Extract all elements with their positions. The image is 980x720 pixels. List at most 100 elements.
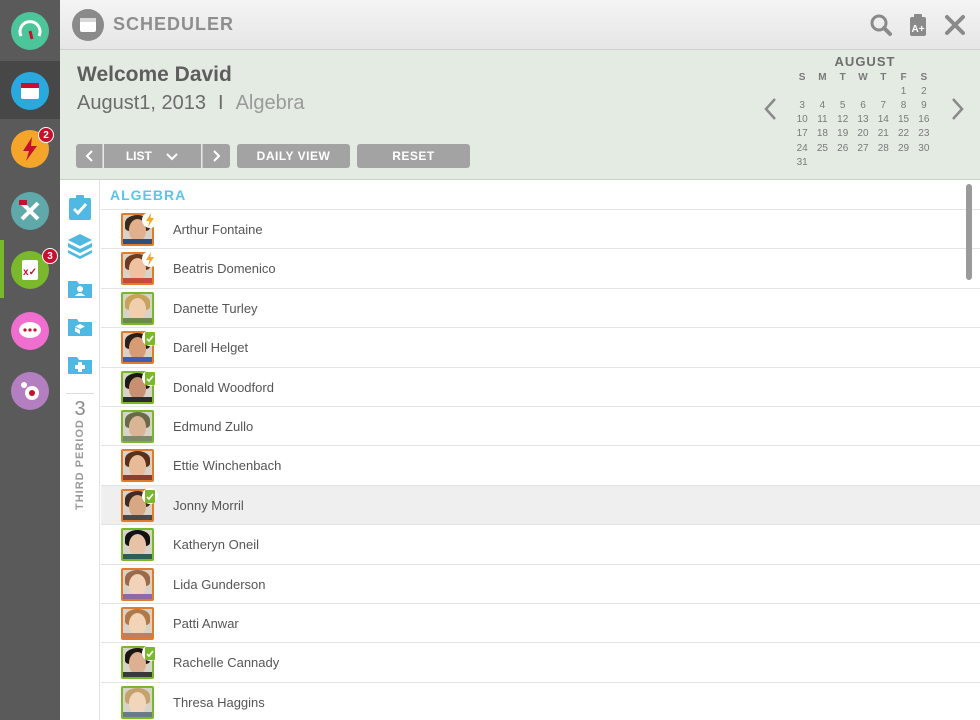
student-row[interactable]: Beatris Domenico <box>101 249 980 289</box>
messages-app-icon <box>11 312 49 350</box>
student-name: Ettie Winchenbach <box>173 458 282 474</box>
rail-app-1[interactable] <box>0 61 60 119</box>
calendar-day[interactable]: 24 <box>792 141 812 155</box>
weekday-label: S <box>920 71 928 83</box>
avatar-face <box>129 297 146 320</box>
calendar-day[interactable]: 12 <box>833 113 853 127</box>
calendar-day[interactable]: 13 <box>853 113 873 127</box>
student-folder-icon[interactable] <box>66 274 94 302</box>
rail-app-6[interactable] <box>0 361 60 419</box>
attendance-clipboard-icon[interactable] <box>66 194 94 222</box>
calendar-day[interactable]: 23 <box>914 127 934 141</box>
scrollbar[interactable] <box>966 184 972 280</box>
student-row[interactable]: Thresa Haggins <box>101 683 980 720</box>
separator: I <box>218 92 224 114</box>
student-row[interactable]: Donald Woodford <box>101 368 980 407</box>
calendar-day[interactable]: 17 <box>792 127 812 141</box>
calendar-prev-icon[interactable] <box>762 96 778 122</box>
rail-app-5[interactable] <box>0 301 60 359</box>
close-icon[interactable] <box>942 12 968 38</box>
settings-app-icon <box>11 372 49 410</box>
avatar <box>121 528 154 562</box>
chevron-right-icon <box>213 150 221 162</box>
student-row[interactable]: Darell Helget <box>101 328 980 368</box>
previous-button[interactable] <box>76 144 103 168</box>
calendar-day[interactable]: 2 <box>914 84 934 98</box>
list-dropdown[interactable]: LIST <box>104 144 201 168</box>
calendar-day[interactable]: 5 <box>833 98 853 112</box>
next-button[interactable] <box>202 144 230 168</box>
welcome-heading: Welcome David <box>77 63 232 86</box>
app-rail: 2 x✓ 3 <box>0 0 60 720</box>
calendar-day <box>914 155 934 169</box>
notification-badge: 3 <box>42 248 58 264</box>
student-row[interactable]: Rachelle Cannady <box>101 643 980 683</box>
student-row[interactable]: Lida Gunderson <box>101 565 980 604</box>
calendar-day[interactable]: 22 <box>893 127 913 141</box>
mini-calendar: AUGUST S M T W T F S 1 2 3 4 5 6 7 8 9 10 11 12 13 14 15 16 17 1… <box>790 54 940 169</box>
student-name: Danette Turley <box>173 300 258 316</box>
course-name: Algebra <box>235 92 305 114</box>
calendar-next-icon[interactable] <box>950 96 966 122</box>
calendar-day[interactable]: 15 <box>893 113 913 127</box>
avatar-shirt <box>123 396 152 402</box>
avatar-shirt <box>123 239 152 244</box>
calendar-day[interactable]: 31 <box>792 155 812 169</box>
rail-app-4[interactable]: x✓ 3 <box>0 240 60 298</box>
calendar-day[interactable]: 3 <box>792 98 812 112</box>
calendar-day <box>812 155 832 169</box>
calendar-day[interactable]: 25 <box>812 141 832 155</box>
calendar-day[interactable]: 16 <box>914 113 934 127</box>
calendar-day[interactable]: 30 <box>914 141 934 155</box>
grade-clipboard-icon[interactable]: A+ <box>905 12 931 38</box>
resources-folder-icon[interactable] <box>66 312 94 340</box>
student-row[interactable]: Arthur Fontaine <box>101 210 980 250</box>
calendar-day[interactable]: 28 <box>873 141 893 155</box>
calendar-day[interactable]: 19 <box>833 127 853 141</box>
student-row[interactable]: Edmund Zullo <box>101 407 980 447</box>
calendar-day[interactable]: 10 <box>792 113 812 127</box>
calendar-month: AUGUST <box>834 54 896 69</box>
student-row[interactable]: Patti Anwar <box>101 604 980 644</box>
calendar-day[interactable]: 4 <box>812 98 832 112</box>
calendar-day[interactable]: 20 <box>853 127 873 141</box>
student-name: Katheryn Oneil <box>173 537 259 553</box>
student-row[interactable]: Jonny Morril <box>101 485 980 526</box>
calendar-day[interactable]: 18 <box>812 127 832 141</box>
period-label: THIRD PERIOD <box>74 419 86 510</box>
avatar <box>121 685 154 719</box>
rail-app-0[interactable] <box>0 1 60 59</box>
student-row[interactable]: Danette Turley <box>101 289 980 329</box>
calendar-day[interactable]: 21 <box>873 127 893 141</box>
assignment-clipboard-icon <box>142 487 158 504</box>
calendar-day[interactable]: 8 <box>893 98 913 112</box>
calendar-day[interactable]: 14 <box>873 113 893 127</box>
rail-app-3[interactable] <box>0 181 60 239</box>
calendar-day[interactable]: 6 <box>853 98 873 112</box>
student-row[interactable]: Ettie Winchenbach <box>101 446 980 486</box>
search-icon[interactable] <box>868 12 894 38</box>
calendar-day[interactable]: 7 <box>873 98 893 112</box>
reset-button[interactable]: RESET <box>357 144 470 168</box>
daily-view-button[interactable]: DAILY VIEW <box>237 144 350 168</box>
books-icon[interactable] <box>66 232 94 260</box>
avatar-shirt <box>123 554 152 560</box>
calendar-day[interactable]: 11 <box>812 113 832 127</box>
health-folder-icon[interactable] <box>66 350 94 378</box>
calendar-day[interactable]: 1 <box>893 84 913 98</box>
top-bar: SCHEDULER A+ <box>60 0 980 50</box>
calendar-grid: S M T W T F S 1 2 3 4 5 6 7 8 9 10 11 12 13 14 15 16 17 18 19 20 21… <box>792 70 934 169</box>
avatar-face <box>129 691 146 714</box>
weekday-label: T <box>839 71 846 83</box>
calendar-day[interactable]: 29 <box>893 141 913 155</box>
assignment-clipboard-icon <box>142 369 158 386</box>
period-number: 3 <box>74 398 86 420</box>
calendar-day[interactable]: 26 <box>833 141 853 155</box>
avatar-shirt <box>123 435 152 441</box>
rail-app-2[interactable]: 2 <box>0 119 60 177</box>
calendar-day[interactable]: 9 <box>914 98 934 112</box>
calendar-day[interactable]: 27 <box>853 141 873 155</box>
student-row[interactable]: Katheryn Oneil <box>101 525 980 565</box>
avatar <box>121 606 154 640</box>
avatar-face <box>129 573 146 596</box>
